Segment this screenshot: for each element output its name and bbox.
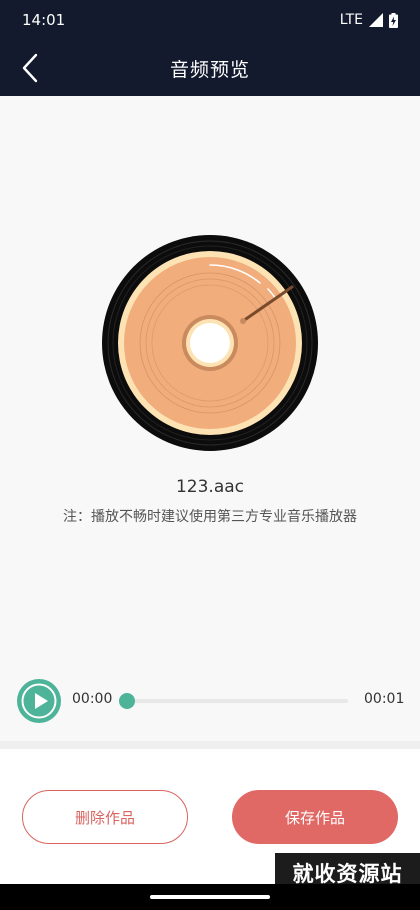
status-bar: 14:01 LTE [0,0,420,40]
delete-work-button[interactable]: 删除作品 [22,790,188,844]
status-icons: LTE [340,12,398,28]
page-title: 音频预览 [169,58,250,81]
playback-notice: 注：播放不畅时建议使用第三方专业音乐播放器 [63,509,357,525]
audio-filename: 123.aac [175,477,245,497]
network-label: LTE [339,12,363,28]
signal-icon [369,13,383,27]
audio-player: 00:00 00:01 [0,676,420,726]
back-button[interactable] [10,48,50,88]
save-work-button[interactable]: 保存作品 [232,790,398,844]
section-divider [0,741,420,749]
top-nav-bar: 音频预览 [0,40,420,96]
play-button[interactable] [16,678,62,724]
vinyl-record-icon [102,235,318,451]
status-time: 14:01 [22,11,66,29]
home-indicator[interactable] [150,895,270,899]
current-time: 00:00 [72,691,113,707]
progress-track[interactable] [118,693,348,709]
vinyl-disc-illustration [100,233,320,453]
play-icon [17,679,61,723]
system-navigation-bar [0,884,420,910]
battery-icon [389,12,398,28]
progress-thumb[interactable] [118,693,135,709]
preview-area: 123.aac 注：播放不畅时建议使用第三方专业音乐播放器 [0,96,420,741]
total-time: 00:01 [364,691,405,707]
chevron-left-icon [22,53,38,83]
